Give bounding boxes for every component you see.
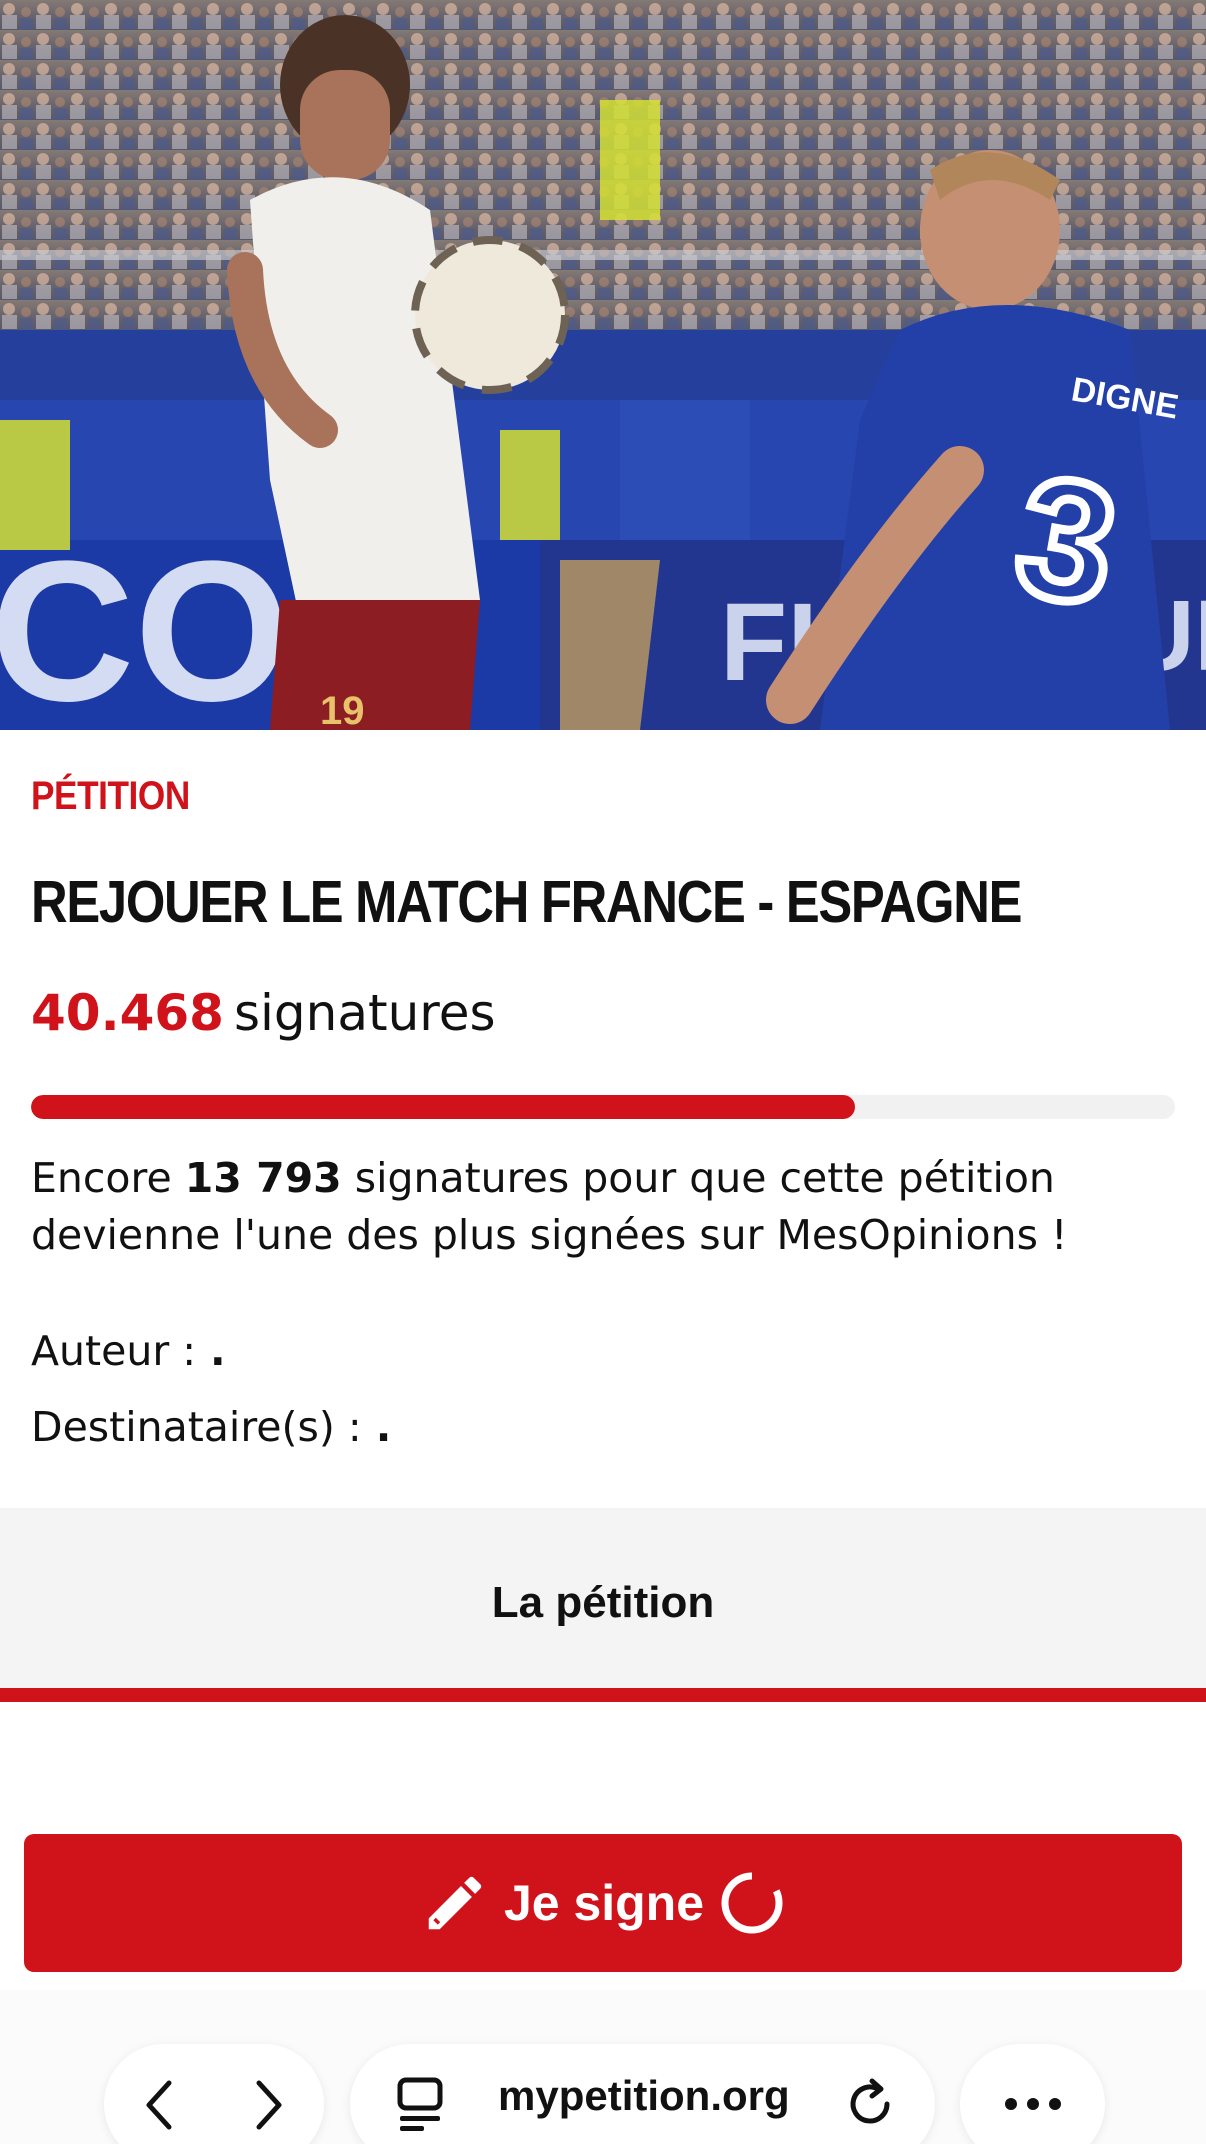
more-dots-icon[interactable] [1000,2084,1066,2124]
loading-spinner-icon [718,1869,786,1937]
signature-label: signatures [233,984,496,1042]
tab-active-indicator [0,1688,1206,1702]
address-bar[interactable]: mypetition.org [350,2044,935,2144]
author-row: Auteur :. [31,1327,226,1375]
browser-nav-pill [104,2044,324,2144]
recipient-value: . [375,1403,392,1451]
petition-title: REJOUER LE MATCH FRANCE - ESPAGNE [31,869,1022,935]
hero-board-left: CO [0,520,290,730]
sign-button[interactable]: Je signe [24,1834,1182,1972]
remaining-prefix: Encore [31,1154,172,1202]
author-label: Auteur : [31,1327,197,1375]
reload-icon[interactable] [840,2074,900,2134]
petition-kicker: PÉTITION [31,774,190,818]
chevron-right-icon[interactable] [244,2070,294,2140]
hero-shorts-number: 19 [320,689,365,730]
sign-button-label: Je signe [503,1875,705,1931]
hero-photo: CO FIF CUP 2 19 DIGNE 3 [0,0,1206,730]
tab-overview-icon[interactable] [390,2074,450,2134]
remaining-count: 13 793 [184,1154,342,1202]
recipient-label: Destinataire(s) : [31,1403,362,1451]
petition-body-peek [31,1795,1181,1815]
hero-image: CO FIF CUP 2 19 DIGNE 3 [0,0,1206,730]
signature-progress-fill [31,1095,855,1119]
pencil-icon [420,1868,490,1938]
petition-tabs: La pétition [0,1508,1206,1702]
signature-count-line: 40.468 signatures [31,984,496,1042]
chevron-left-icon[interactable] [134,2070,184,2140]
tab-la-petition[interactable]: La pétition [0,1578,1206,1628]
signature-progress-bar [31,1095,1175,1119]
browser-bottom-bar: mypetition.org [0,1990,1206,2144]
signature-count: 40.468 [31,984,224,1042]
remaining-signatures-text: Encore 13 793 signatures pour que cette … [31,1150,1181,1264]
address-url: mypetition.org [498,2072,790,2119]
recipient-row: Destinataire(s) :. [31,1403,391,1451]
author-value: . [210,1327,226,1375]
browser-more-pill[interactable] [960,2044,1105,2144]
